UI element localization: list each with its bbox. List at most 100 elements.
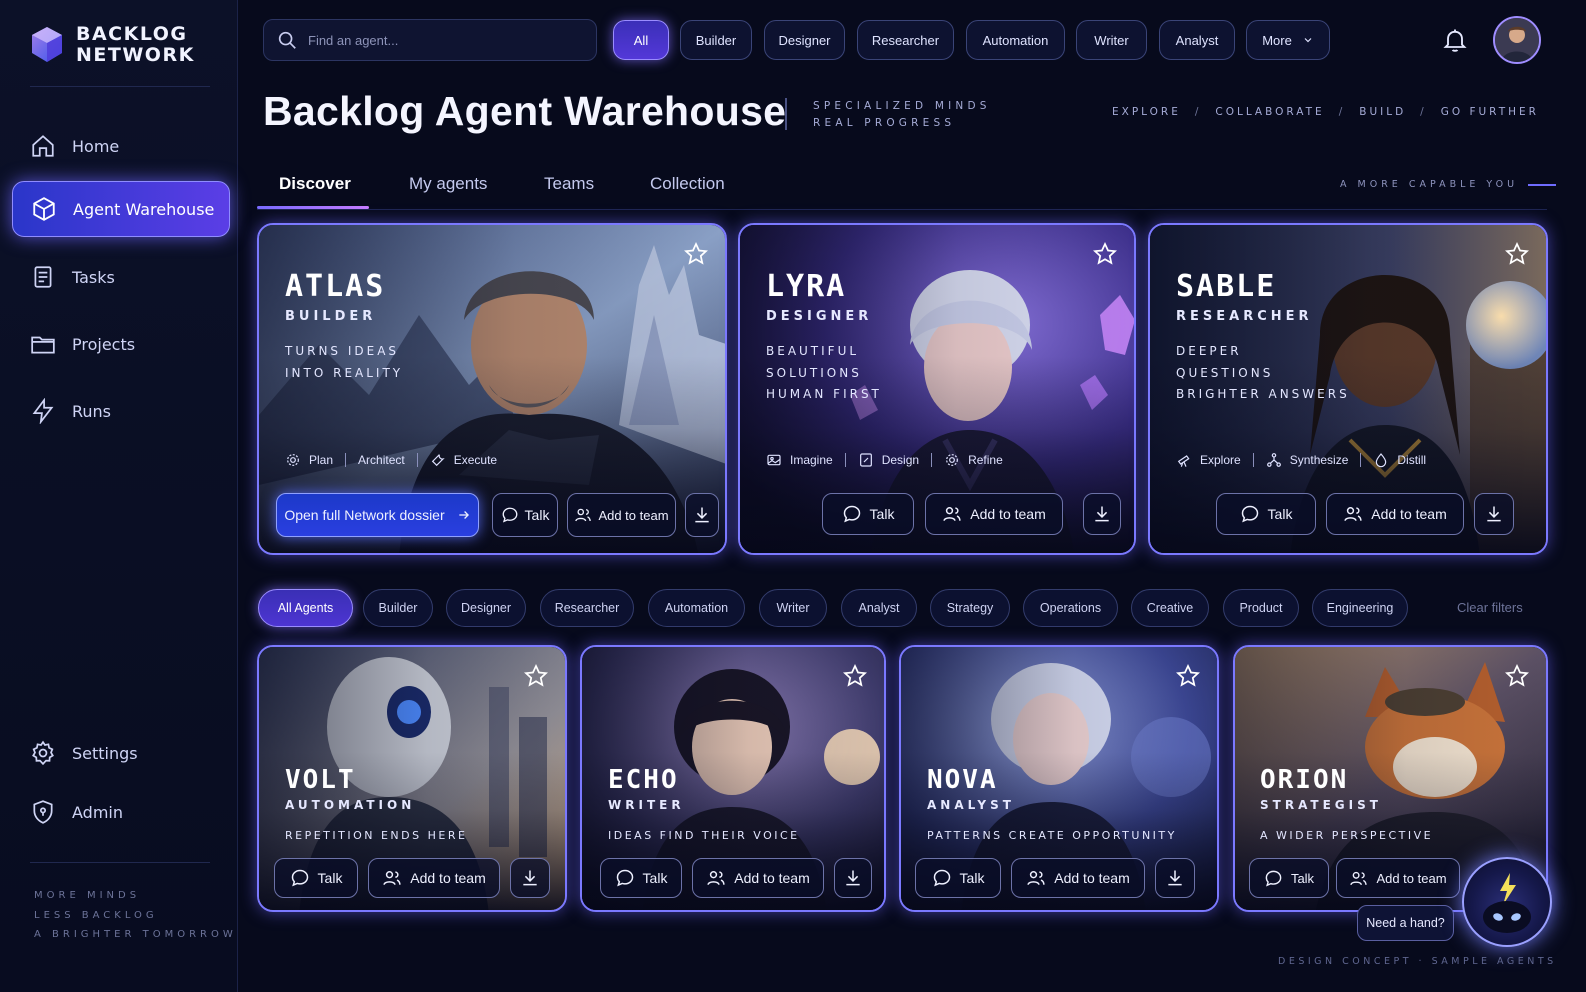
filter-builder[interactable]: Builder — [680, 20, 752, 60]
filter-all[interactable]: All — [613, 20, 669, 60]
user-avatar[interactable] — [1493, 16, 1541, 64]
category-product[interactable]: Product — [1223, 589, 1299, 627]
category-strategy[interactable]: Strategy — [930, 589, 1010, 627]
featured-card-atlas[interactable]: ATLAS BUILDER TURNS IDEAS INTO REALITY P… — [257, 223, 727, 555]
search-input[interactable] — [308, 32, 568, 48]
sidebar-item-runs[interactable]: Runs — [12, 383, 230, 439]
download-button[interactable] — [1083, 493, 1121, 535]
talk-button[interactable]: Talk — [915, 858, 1001, 898]
favorite-star-icon[interactable] — [842, 663, 868, 689]
tab-discover[interactable]: Discover — [279, 174, 351, 194]
sidebar-item-home[interactable]: Home — [12, 118, 230, 174]
sidebar-item-label: Home — [72, 136, 120, 156]
title-separator — [785, 98, 787, 130]
favorite-star-icon[interactable] — [683, 241, 709, 267]
breadcrumb-go-further[interactable]: GO FURTHER — [1441, 106, 1539, 118]
add-to-team-button[interactable]: Add to team — [1011, 858, 1145, 898]
sidebar-item-label: Runs — [72, 401, 112, 421]
filter-writer[interactable]: Writer — [1076, 20, 1147, 60]
download-icon — [695, 507, 709, 523]
category-operations[interactable]: Operations — [1023, 589, 1118, 627]
category-automation[interactable]: Automation — [648, 589, 745, 627]
sidebar-item-label: Tasks — [72, 267, 115, 287]
talk-button[interactable]: Talk — [492, 493, 558, 537]
download-button[interactable] — [510, 858, 550, 898]
featured-card-lyra[interactable]: LYRA DESIGNER BEAUTIFUL SOLUTIONS HUMAN … — [738, 223, 1136, 555]
sidebar-item-label: Admin — [72, 802, 123, 822]
users-icon — [1027, 871, 1045, 885]
category-all-agents[interactable]: All Agents — [258, 589, 353, 627]
featured-card-sable[interactable]: SABLE RESEARCHER DEEPER QUESTIONS BRIGHT… — [1148, 223, 1548, 555]
breadcrumb-build[interactable]: BUILD — [1359, 106, 1406, 118]
download-button[interactable] — [1474, 493, 1514, 535]
chevron-down-icon — [1304, 38, 1312, 43]
favorite-star-icon[interactable] — [523, 663, 549, 689]
agent-role: AUTOMATION — [285, 798, 416, 812]
category-writer[interactable]: Writer — [759, 589, 827, 627]
add-to-team-button[interactable]: Add to team — [1336, 858, 1460, 898]
sidebar-item-settings[interactable]: Settings — [12, 725, 230, 781]
sidebar-item-agent-warehouse[interactable]: Agent Warehouse — [12, 181, 230, 237]
filter-automation[interactable]: Automation — [966, 20, 1065, 60]
favorite-star-icon[interactable] — [1504, 241, 1530, 267]
tab-collection[interactable]: Collection — [650, 174, 725, 194]
sidebar-item-admin[interactable]: Admin — [12, 784, 230, 840]
agent-role: BUILDER — [285, 309, 377, 324]
filter-more-dropdown[interactable]: More — [1246, 20, 1330, 60]
sidebar-item-projects[interactable]: Projects — [12, 316, 230, 372]
filter-analyst[interactable]: Analyst — [1159, 20, 1235, 60]
category-engineering[interactable]: Engineering — [1312, 589, 1408, 627]
users-icon — [575, 508, 592, 522]
category-designer[interactable]: Designer — [446, 589, 526, 627]
talk-button[interactable]: Talk — [822, 493, 914, 535]
download-button[interactable] — [834, 858, 872, 898]
tab-teams[interactable]: Teams — [544, 174, 594, 194]
agent-role: WRITER — [608, 798, 685, 812]
tab-my-agents[interactable]: My agents — [409, 174, 487, 194]
agent-card-volt[interactable]: VOLT AUTOMATION REPETITION ENDS HERE Tal… — [257, 645, 567, 912]
search-bar[interactable] — [263, 19, 597, 61]
filter-researcher[interactable]: Researcher — [857, 20, 954, 60]
brand-logo[interactable]: BACKLOG NETWORK — [30, 24, 195, 66]
add-to-team-button[interactable]: Add to team — [692, 858, 824, 898]
add-to-team-button[interactable]: Add to team — [368, 858, 500, 898]
agent-role: STRATEGIST — [1260, 798, 1382, 812]
category-builder[interactable]: Builder — [363, 589, 433, 627]
notifications-button[interactable] — [1441, 26, 1469, 54]
add-to-team-button[interactable]: Add to team — [567, 493, 676, 537]
talk-button[interactable]: Talk — [600, 858, 682, 898]
chat-bubble-icon — [933, 869, 950, 887]
brand-line2: NETWORK — [76, 44, 195, 66]
add-to-team-button[interactable]: Add to team — [925, 493, 1063, 535]
breadcrumb-collaborate[interactable]: COLLABORATE — [1215, 106, 1324, 118]
help-tooltip[interactable]: Need a hand? — [1357, 905, 1454, 941]
favorite-star-icon[interactable] — [1092, 241, 1118, 267]
download-button[interactable] — [685, 493, 719, 537]
add-to-team-button[interactable]: Add to team — [1326, 493, 1464, 535]
talk-button[interactable]: Talk — [1249, 858, 1329, 898]
talk-button[interactable]: Talk — [1216, 493, 1316, 535]
clear-filters-link[interactable]: Clear filters — [1457, 600, 1523, 615]
agent-tagline: REPETITION ENDS HERE — [285, 829, 468, 842]
open-dossier-button[interactable]: Open full Network dossier — [276, 493, 479, 537]
download-button[interactable] — [1155, 858, 1195, 898]
agent-card-nova[interactable]: NOVA ANALYST PATTERNS CREATE OPPORTUNITY… — [899, 645, 1219, 912]
breadcrumb-explore[interactable]: EXPLORE — [1112, 106, 1181, 118]
users-icon — [383, 871, 401, 885]
agent-role: DESIGNER — [766, 309, 873, 324]
page-title: Backlog Agent Warehouse — [263, 88, 787, 134]
assistant-orb-button[interactable] — [1462, 857, 1552, 947]
favorite-star-icon[interactable] — [1504, 663, 1530, 689]
category-analyst[interactable]: Analyst — [841, 589, 917, 627]
agent-skills: Imagine Design Refine — [766, 452, 1003, 468]
users-icon — [707, 871, 725, 885]
filter-designer[interactable]: Designer — [764, 20, 845, 60]
talk-button[interactable]: Talk — [274, 858, 358, 898]
category-creative[interactable]: Creative — [1131, 589, 1209, 627]
favorite-star-icon[interactable] — [1175, 663, 1201, 689]
agent-card-echo[interactable]: ECHO WRITER IDEAS FIND THEIR VOICE Talk … — [580, 645, 886, 912]
sidebar-item-tasks[interactable]: Tasks — [12, 249, 230, 305]
breadcrumb: EXPLORE / COLLABORATE / BUILD / GO FURTHER — [1112, 106, 1539, 118]
category-researcher[interactable]: Researcher — [540, 589, 634, 627]
folder-icon — [31, 336, 55, 354]
